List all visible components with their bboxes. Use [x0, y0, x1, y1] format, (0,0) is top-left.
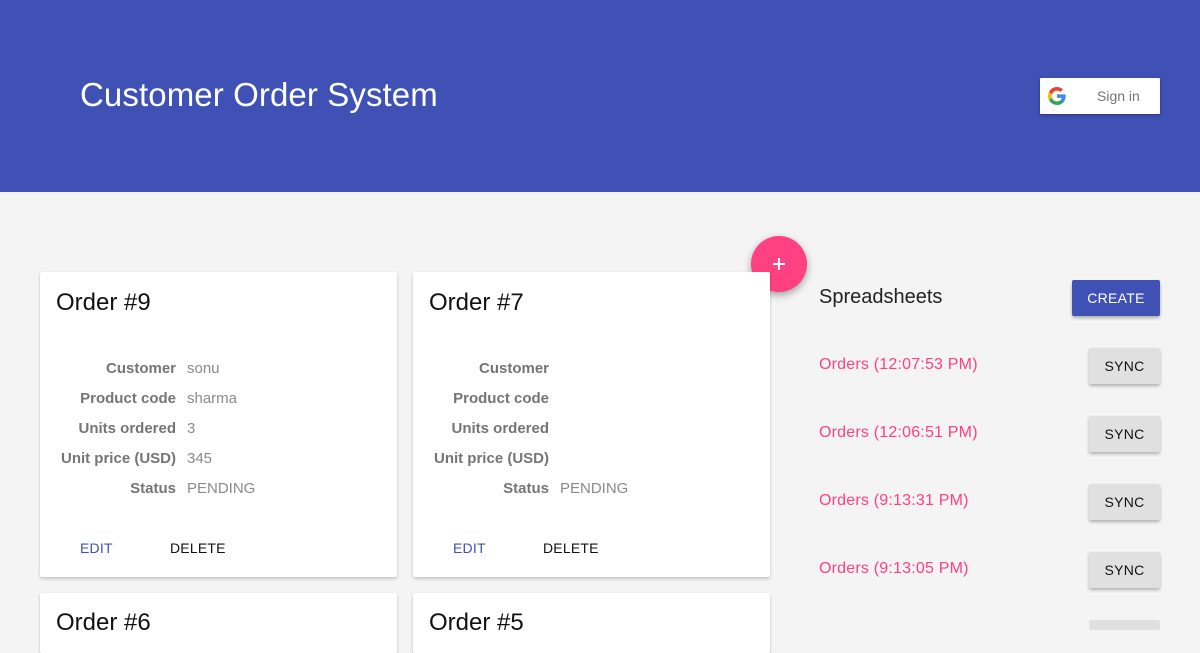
- field-value: sonu: [187, 360, 220, 377]
- plus-icon: [773, 258, 785, 270]
- order-title: Order #7: [429, 289, 524, 316]
- order-card: Order #5: [413, 593, 770, 653]
- sync-button[interactable]: SYNC: [1089, 348, 1160, 384]
- field-row-product-code: Product code sharma: [40, 390, 397, 410]
- field-label: Unit price (USD): [60, 450, 176, 467]
- field-row-units-ordered: Units ordered: [413, 420, 770, 440]
- field-row-status: Status PENDING: [413, 480, 770, 500]
- field-label: Status: [130, 480, 176, 497]
- field-label: Product code: [453, 390, 549, 407]
- field-value: PENDING: [187, 480, 256, 497]
- field-label: Units ordered: [451, 420, 549, 437]
- google-logo-icon: [1048, 87, 1066, 105]
- field-label: Unit price (USD): [433, 450, 549, 467]
- field-row-status: Status PENDING: [40, 480, 397, 500]
- signin-label: Sign in: [1097, 88, 1140, 104]
- field-row-unit-price: Unit price (USD) 345: [40, 450, 397, 470]
- order-title: Order #5: [429, 609, 524, 636]
- delete-button[interactable]: DELETE: [170, 540, 226, 556]
- field-value: PENDING: [560, 480, 629, 497]
- sync-button[interactable]: SYNC: [1089, 484, 1160, 520]
- spreadsheet-link[interactable]: Orders (12:07:53 PM): [819, 356, 978, 374]
- field-row-product-code: Product code: [413, 390, 770, 410]
- spreadsheet-link[interactable]: Orders (9:13:31 PM): [819, 492, 969, 510]
- order-title: Order #9: [56, 289, 151, 316]
- field-value: 3: [187, 420, 196, 437]
- sync-button[interactable]: SYNC: [1089, 416, 1160, 452]
- sync-button-partial[interactable]: [1089, 620, 1160, 630]
- delete-button[interactable]: DELETE: [543, 540, 599, 556]
- order-card: Order #7 Customer Product code Units ord…: [413, 272, 770, 577]
- field-row-customer: Customer: [413, 360, 770, 380]
- field-value: 345: [187, 450, 213, 467]
- sync-button[interactable]: SYNC: [1089, 552, 1160, 588]
- app-title: Customer Order System: [80, 76, 438, 113]
- spreadsheet-link[interactable]: Orders (9:13:05 PM): [819, 560, 969, 578]
- google-signin-button[interactable]: Sign in: [1040, 78, 1160, 114]
- field-value: sharma: [187, 390, 238, 407]
- app-header: Customer Order System Sign in: [0, 0, 1200, 192]
- edit-button[interactable]: EDIT: [453, 540, 486, 556]
- field-row-units-ordered: Units ordered 3: [40, 420, 397, 440]
- field-row-unit-price: Unit price (USD): [413, 450, 770, 470]
- spreadsheet-link[interactable]: Orders (12:06:51 PM): [819, 424, 978, 442]
- order-title: Order #6: [56, 609, 151, 636]
- create-spreadsheet-button[interactable]: CREATE: [1072, 280, 1160, 316]
- field-row-customer: Customer sonu: [40, 360, 397, 380]
- edit-button[interactable]: EDIT: [80, 540, 113, 556]
- order-card: Order #6: [40, 593, 397, 653]
- field-label: Product code: [80, 390, 176, 407]
- field-label: Units ordered: [78, 420, 176, 437]
- spreadsheets-title: Spreadsheets: [819, 286, 943, 308]
- field-label: Customer: [478, 360, 549, 377]
- order-card: Order #9 Customer sonu Product code shar…: [40, 272, 397, 577]
- field-label: Customer: [105, 360, 176, 377]
- field-label: Status: [503, 480, 549, 497]
